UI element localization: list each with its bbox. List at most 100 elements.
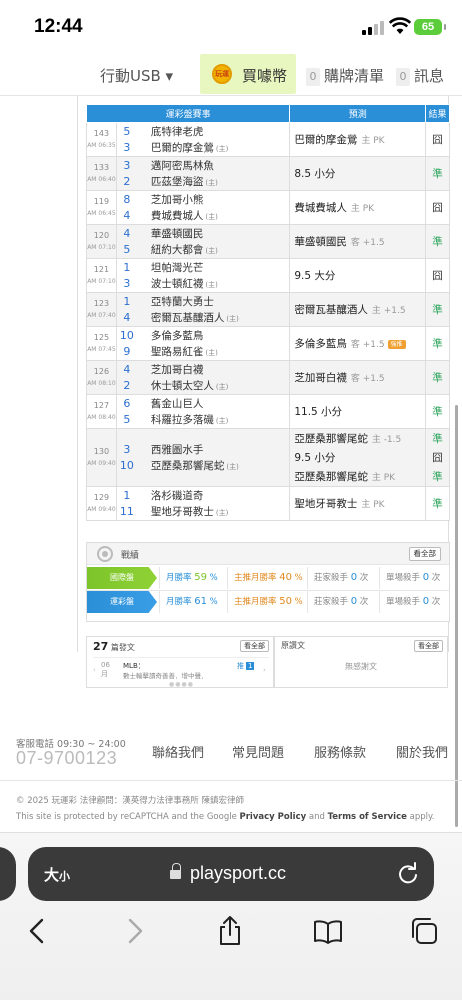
bookmarks-icon[interactable] (312, 915, 344, 947)
cart-link[interactable]: 0 購牌清單 (306, 65, 384, 86)
usb-menu[interactable]: 行動USB ▾ (100, 65, 173, 86)
team-line: 1 坦帕灣光芒 (117, 260, 289, 276)
team-name-text: 坦帕灣光芒 (150, 262, 204, 274)
team-name[interactable]: 舊金山巨人 (151, 396, 206, 411)
address-bar[interactable]: 大小 playsport.cc (28, 847, 434, 901)
back-icon[interactable] (22, 915, 54, 947)
replies-view-all-button[interactable]: 看全部 (414, 640, 443, 652)
game-time: AM 06:35 (87, 141, 116, 149)
banker-killer-value: 0 (350, 572, 358, 583)
banker-killer-label: 莊家殺手 (314, 597, 349, 607)
post-item[interactable]: ‹ 06 月 MLB： 數士輸擊讀奇善善．增中聲． 推1 › (93, 657, 269, 680)
header-prediction: 預測 (289, 104, 427, 123)
recaptcha-text: This site is protected by reCAPTCHA and … (16, 812, 240, 822)
banker-killer: 莊家殺手 0 次 (307, 567, 379, 589)
share-icon[interactable] (214, 915, 246, 947)
team-name[interactable]: 紐約大都會 (主) (151, 242, 218, 257)
team-name[interactable]: 亞特蘭大勇士 (151, 294, 216, 309)
team-name-text: 底特律老虎 (150, 126, 204, 138)
chevron-left-icon[interactable]: ‹ (93, 666, 96, 674)
team-score: 4 (123, 227, 131, 240)
text-size-large: 大 (44, 866, 60, 884)
team-name[interactable]: 芝加哥白襪 (151, 362, 206, 377)
tabs-icon[interactable] (408, 915, 440, 947)
team-line: 1 洛杉磯道奇 (117, 488, 289, 504)
prediction-line: 8.5 小分 (294, 166, 425, 182)
team-score: 4 (123, 311, 131, 324)
previous-tab-preview[interactable] (0, 847, 16, 901)
buy-coin-label: 買噱幣 (242, 67, 288, 85)
team-name[interactable]: 華盛頓國民 (151, 226, 206, 241)
reload-icon[interactable] (396, 862, 420, 886)
footer-link-faq[interactable]: 常見問題 (232, 742, 284, 761)
team-name[interactable]: 亞歷桑那響尾蛇 (主) (151, 458, 239, 473)
game-id: 120 AM 07:10 (86, 224, 117, 259)
team-name[interactable]: 休士頓太空人 (主) (151, 378, 228, 393)
forward-icon[interactable] (118, 915, 150, 947)
prediction-line: 密爾瓦基釀酒人主 +1.5 (294, 302, 425, 318)
game-row: 120 AM 07:10 4 華盛頓國民 5 紐約大都會 (主) 華盛頓國民客 +1.5 準 (86, 224, 450, 259)
privacy-policy-link[interactable]: Privacy Policy (240, 812, 307, 822)
posts-count: 27 (93, 640, 109, 653)
team-name[interactable]: 聖地牙哥教士 (主) (151, 504, 228, 519)
result-mark: 準 (432, 497, 443, 510)
team-score: 1 (123, 489, 131, 502)
result-cell: 準 (425, 156, 450, 191)
game-time: AM 09:40 (87, 505, 116, 513)
game-number: 143 (93, 128, 110, 138)
team-name[interactable]: 密爾瓦基釀酒人 (主) (151, 310, 239, 325)
footer-link-terms[interactable]: 服務條款 (314, 742, 366, 761)
team-name[interactable]: 多倫多藍鳥 (151, 328, 206, 343)
team-name[interactable]: 西雅圖水手 (151, 442, 206, 457)
prediction-cell: 巴爾的摩金鶯主 PK (289, 122, 427, 157)
team-name[interactable]: 巴爾的摩金鶯 (主) (151, 140, 228, 155)
terms-of-service-link[interactable]: Terms of Service (328, 812, 407, 822)
team-name-text: 舊金山巨人 (150, 398, 204, 410)
buy-coin-button[interactable]: 玩運 買噱幣 (200, 54, 296, 94)
service-phone[interactable]: 07-9700123 (16, 748, 117, 769)
message-link[interactable]: 0 訊息 (396, 65, 444, 86)
team-name-text: 聖路易紅雀 (150, 346, 204, 358)
monthly-win-rate-label: 月勝率 (166, 573, 192, 583)
team-name-text: 波士頓紅襪 (150, 278, 204, 290)
prediction-cell: 8.5 小分 (289, 156, 427, 191)
chevron-right-icon[interactable]: › (263, 666, 266, 674)
percent-sign: % (209, 573, 218, 583)
team-name[interactable]: 費城費城人 (主) (151, 208, 218, 223)
team-name[interactable]: 底特律老虎 (151, 124, 206, 139)
team-name-text: 聖地牙哥教士 (150, 506, 214, 518)
team-name-text: 西雅圖水手 (150, 444, 204, 456)
result-mark: 準 (432, 337, 443, 350)
record-title: 戰績 (121, 551, 140, 561)
posts-view-all-button[interactable]: 看全部 (240, 640, 269, 652)
text-size-button[interactable]: 大小 (44, 864, 70, 885)
teams-cell: 1 洛杉磯道奇 11 聖地牙哥教士 (主) (115, 486, 291, 521)
game-id: 143 AM 06:35 (86, 122, 117, 157)
record-label: 國際盤 (87, 567, 157, 589)
footer-link-about[interactable]: 關於我們 (396, 742, 448, 761)
team-name[interactable]: 波士頓紅襪 (主) (151, 276, 218, 291)
game-time: AM 08:40 (87, 413, 116, 421)
team-line: 10 亞歷桑那響尾蛇 (主) (117, 458, 289, 474)
times-unit: 次 (359, 573, 369, 583)
record-view-all-button[interactable]: 看全部 (408, 547, 441, 561)
result-mark: 準 (432, 167, 443, 180)
cart-label: 購牌清單 (324, 67, 385, 85)
team-name[interactable]: 邁阿密馬林魚 (151, 158, 216, 173)
prediction-cell: 華盛頓國民客 +1.5 (289, 224, 427, 259)
record-row: 運彩盤 月勝率 61 % 主推月勝率 50 % 莊家殺手 0 次單場殺手 0 次 (87, 590, 450, 613)
team-name[interactable]: 芝加哥小熊 (151, 192, 206, 207)
team-name[interactable]: 科羅拉多落磯 (主) (151, 412, 228, 427)
game-time: AM 07:40 (87, 311, 116, 319)
team-name[interactable]: 聖路易紅雀 (主) (151, 344, 218, 359)
footer-link-contact[interactable]: 聯絡我們 (152, 742, 204, 761)
scrollbar[interactable] (455, 405, 458, 827)
team-name[interactable]: 坦帕灣光芒 (151, 260, 206, 275)
game-id: 133 AM 06:40 (86, 156, 117, 191)
team-name[interactable]: 匹茲堡海盜 (主) (151, 174, 218, 189)
featured-win-rate-label: 主推月勝率 (234, 573, 277, 583)
times-unit: 次 (359, 597, 369, 607)
url-text[interactable]: playsport.cc (190, 863, 286, 884)
team-name[interactable]: 洛杉磯道奇 (151, 488, 206, 503)
result-mark: 囧 (432, 201, 443, 214)
